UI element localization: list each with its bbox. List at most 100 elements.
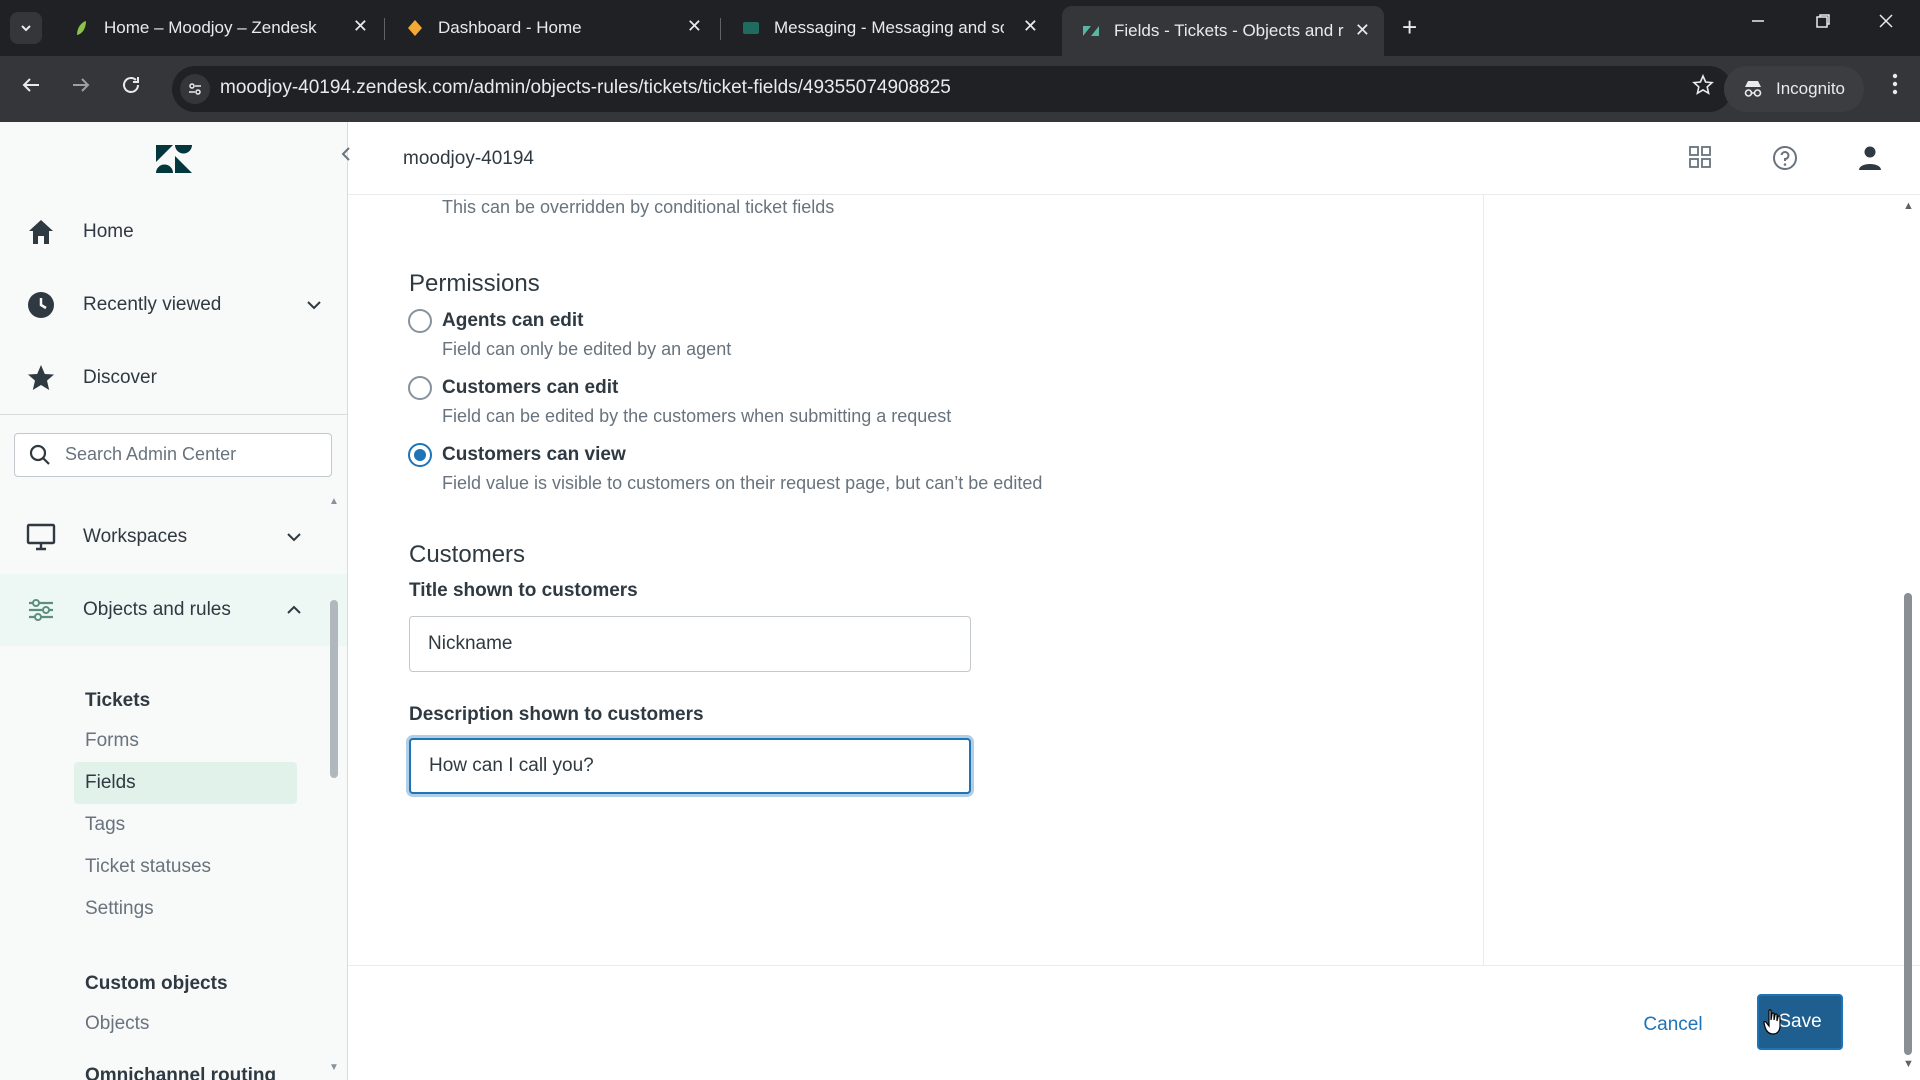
site-info-icon[interactable]: [180, 74, 210, 104]
browser-tab-dashboard[interactable]: Dashboard - Home ✕: [386, 8, 716, 48]
chevron-down-icon: [21, 25, 31, 32]
new-tab-button[interactable]: +: [1402, 14, 1417, 40]
incognito-indicator[interactable]: Incognito: [1724, 66, 1864, 112]
zendesk-logo-icon[interactable]: [155, 144, 193, 174]
sidebar-subitem-fields[interactable]: Fields: [74, 762, 297, 804]
browser-tab-messaging[interactable]: Messaging - Messaging and so ✕: [722, 8, 1052, 48]
sidebar-item-label: Discover: [83, 367, 157, 388]
chevron-down-icon: [287, 533, 301, 542]
incognito-icon: [1744, 81, 1762, 97]
chevron-up-icon: [287, 605, 301, 614]
sidebar-scrollbar[interactable]: [330, 600, 338, 778]
dashboard-icon: [408, 20, 422, 36]
address-bar[interactable]: moodjoy-40194.zendesk.com/admin/objects-…: [172, 66, 1732, 112]
browser-tab-home[interactable]: Home – Moodjoy – Zendesk ✕: [52, 8, 382, 48]
override-hint: This can be overridden by conditional ti…: [442, 197, 835, 217]
sidebar-subitem-objects[interactable]: Objects: [74, 1003, 297, 1045]
page-scroll-down-arrow-icon[interactable]: ▼: [1903, 1058, 1914, 1070]
sidebar-group-tickets: Tickets: [85, 690, 151, 711]
radio-customers-can-view[interactable]: [408, 443, 432, 467]
objects-rules-icon: [29, 599, 53, 621]
home-icon: [29, 220, 53, 244]
tab-title: Dashboard - Home: [438, 18, 582, 37]
tab-search-button[interactable]: [10, 12, 42, 44]
star-icon: [28, 365, 54, 390]
help-icon[interactable]: [1772, 145, 1798, 176]
tab-separator: [720, 18, 721, 40]
sidebar-subitem-tags[interactable]: Tags: [74, 804, 297, 846]
option-label[interactable]: Customers can edit: [442, 377, 618, 399]
sidebar-item-workspaces[interactable]: Workspaces: [0, 507, 347, 567]
forward-arrow-icon[interactable]: [70, 74, 92, 103]
sidebar-item-label: Workspaces: [83, 526, 188, 547]
sidebar-divider: [0, 414, 347, 415]
sidebar-item-home[interactable]: Home: [0, 202, 347, 262]
window-close-icon[interactable]: [1878, 12, 1894, 35]
browser-toolbar: moodjoy-40194.zendesk.com/admin/objects-…: [0, 56, 1920, 122]
tab-separator: [384, 18, 385, 40]
sidebar-group-omnichannel-routing: Omnichannel routing: [85, 1065, 277, 1080]
mouse-pointer-icon: [1763, 1009, 1781, 1035]
sidebar-subitem-ticket-statuses[interactable]: Ticket statuses: [74, 846, 297, 888]
browser-tab-bar: Home – Moodjoy – Zendesk ✕ Dashboard - H…: [0, 0, 1920, 56]
minimize-icon[interactable]: [1750, 12, 1766, 35]
description-field-label: Description shown to customers: [409, 704, 704, 725]
bookmark-star-icon[interactable]: [1692, 73, 1714, 103]
permissions-heading: Permissions: [409, 270, 540, 297]
zendesk-icon: [1083, 26, 1099, 36]
radio-customers-can-edit[interactable]: [408, 376, 432, 400]
title-field-label: Title shown to customers: [409, 580, 638, 601]
sidebar-group-custom-objects: Custom objects: [85, 973, 228, 994]
back-arrow-icon[interactable]: [20, 74, 42, 103]
option-hint: Field can be edited by the customers whe…: [442, 406, 952, 426]
admin-search-field[interactable]: [14, 433, 332, 477]
sidebar-item-label: Home: [83, 221, 134, 242]
url-text: moodjoy-40194.zendesk.com/admin/objects-…: [220, 77, 951, 98]
search-icon: [29, 444, 50, 465]
app-header: [348, 122, 1920, 195]
close-icon[interactable]: ✕: [353, 16, 368, 37]
tab-title: Fields - Tickets - Objects and ru: [1114, 21, 1344, 40]
sidebar-item-objects-and-rules[interactable]: Objects and rules: [0, 574, 347, 646]
option-label[interactable]: Agents can edit: [442, 310, 583, 332]
chevron-down-icon: [307, 301, 321, 310]
collapse-sidebar-icon[interactable]: [340, 145, 352, 168]
customers-heading: Customers: [409, 541, 526, 568]
reload-icon[interactable]: [120, 74, 142, 103]
browser-tab-fields[interactable]: Fields - Tickets - Objects and ru ✕: [1062, 6, 1384, 56]
monitor-icon: [26, 523, 56, 551]
sidebar-item-discover[interactable]: Discover: [0, 348, 347, 408]
option-label[interactable]: Customers can view: [442, 444, 626, 466]
sidebar-subitem-forms[interactable]: Forms: [74, 720, 297, 762]
pane-divider: [1483, 195, 1484, 965]
scroll-up-arrow-icon[interactable]: ▲: [329, 496, 339, 507]
sidebar-item-label: Objects and rules: [83, 599, 231, 620]
products-grid-icon[interactable]: [1688, 145, 1712, 174]
close-icon[interactable]: ✕: [1023, 16, 1038, 37]
option-hint: Field can only be edited by an agent: [442, 339, 732, 359]
page-scrollbar[interactable]: [1904, 593, 1912, 1055]
incognito-label: Incognito: [1776, 79, 1845, 98]
admin-sidebar: Home Recently viewed Discover Workspaces…: [0, 122, 348, 1080]
sidebar-item-label: Recently viewed: [83, 294, 222, 315]
option-hint: Field value is visible to customers on t…: [442, 473, 1043, 493]
account-name: moodjoy-40194: [403, 148, 534, 169]
page-scroll-up-arrow-icon[interactable]: ▲: [1903, 200, 1914, 212]
browser-menu-icon[interactable]: [1892, 72, 1898, 100]
cancel-button[interactable]: Cancel: [1625, 1003, 1721, 1047]
restore-icon[interactable]: [1815, 12, 1831, 35]
tab-title: Messaging - Messaging and so: [774, 18, 1004, 37]
close-icon[interactable]: ✕: [1355, 20, 1370, 41]
close-icon[interactable]: ✕: [687, 16, 702, 37]
customer-title-input[interactable]: [409, 616, 971, 672]
messaging-icon: [743, 22, 759, 34]
zendesk-leaf-icon: [77, 21, 86, 35]
user-profile-icon[interactable]: [1858, 145, 1882, 176]
scroll-down-arrow-icon[interactable]: ▼: [329, 1062, 339, 1073]
sidebar-subitem-settings[interactable]: Settings: [74, 888, 297, 930]
radio-agents-can-edit[interactable]: [408, 309, 432, 333]
clock-icon: [28, 292, 54, 318]
customer-description-input[interactable]: [409, 738, 971, 794]
sidebar-item-recently-viewed[interactable]: Recently viewed: [0, 275, 347, 335]
search-input[interactable]: [65, 444, 315, 465]
